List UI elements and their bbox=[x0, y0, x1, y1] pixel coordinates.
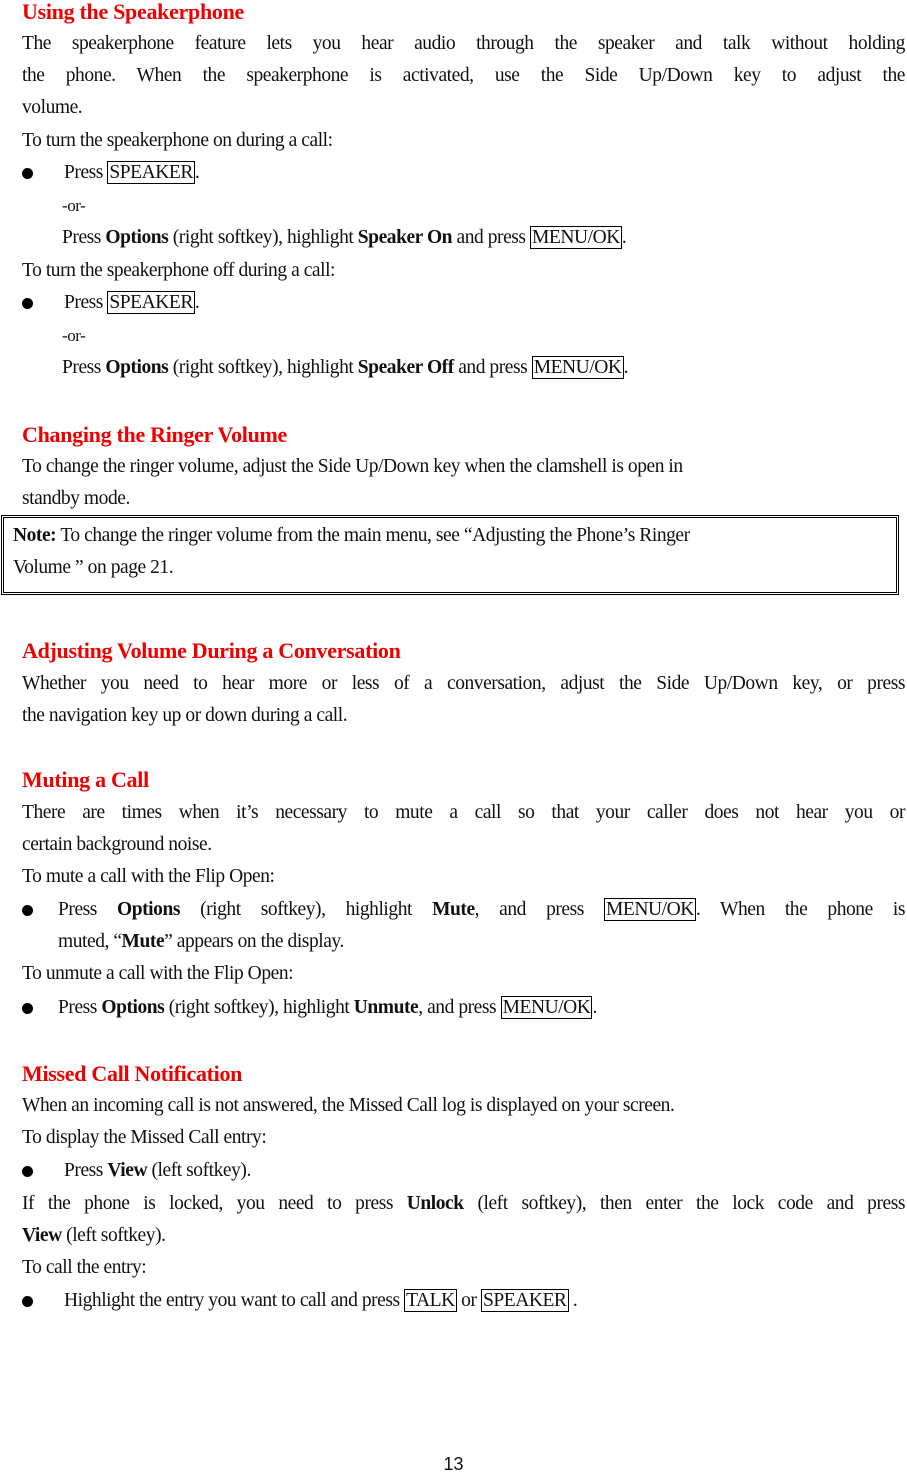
step-text: . When the phone is bbox=[695, 899, 906, 920]
options-softkey: Options bbox=[105, 227, 169, 248]
step-text: and press bbox=[456, 227, 527, 248]
instruction-label: To call the entry: bbox=[22, 1257, 147, 1278]
or-separator: -or- bbox=[62, 196, 86, 215]
step-text: (right softkey), highlight bbox=[172, 227, 354, 248]
bullet-icon bbox=[22, 1003, 33, 1014]
step-text: Highlight the entry you want to call and… bbox=[64, 1290, 400, 1311]
menu-item-unmute: Unmute bbox=[353, 997, 419, 1018]
menu-ok-key: MENU/OK bbox=[530, 226, 622, 249]
instruction-label: To turn the speakerphone off during a ca… bbox=[22, 260, 336, 281]
step-item: Press Options (right softkey), highlight… bbox=[58, 894, 905, 926]
heading-adjust-volume: Adjusting Volume During a Conversation bbox=[22, 638, 401, 663]
paragraph-line: If the phone is locked, you need to pres… bbox=[22, 1188, 905, 1220]
note-box: Note: To change the ringer volume from t… bbox=[1, 515, 899, 595]
options-softkey: Options bbox=[101, 997, 165, 1018]
step-text: Press bbox=[64, 292, 103, 313]
paragraph-line: the navigation key up or down during a c… bbox=[22, 705, 348, 726]
step-item: Press SPEAKER. bbox=[64, 287, 907, 319]
step-continuation: muted, “Mute” appears on the display. bbox=[58, 926, 907, 958]
step-text: (left softkey). bbox=[66, 1225, 166, 1246]
step-text: Press bbox=[64, 1160, 103, 1181]
page-number: 13 bbox=[443, 1454, 464, 1474]
paragraph-line: To change the ringer volume, adjust the … bbox=[22, 456, 683, 477]
step-text: , and press bbox=[474, 899, 585, 920]
options-softkey: Options bbox=[117, 899, 180, 920]
speaker-key: SPEAKER bbox=[107, 291, 195, 314]
paragraph-line: volume. bbox=[22, 97, 83, 118]
step-item: Press SPEAKER. bbox=[64, 157, 907, 189]
step-text: , and press bbox=[418, 997, 497, 1018]
step-text: Press bbox=[58, 997, 97, 1018]
step-item: Press Options (right softkey), highlight… bbox=[58, 992, 907, 1024]
heading-ringer-volume: Changing the Ringer Volume bbox=[22, 422, 288, 447]
view-softkey: View bbox=[107, 1160, 148, 1181]
bullet-icon bbox=[22, 168, 33, 179]
step-text: Press bbox=[64, 162, 103, 183]
instruction-label: To unmute a call with the Flip Open: bbox=[22, 963, 294, 984]
speaker-key: SPEAKER bbox=[480, 1289, 569, 1312]
bullet-icon bbox=[22, 1296, 33, 1307]
step-text: . bbox=[194, 162, 200, 183]
menu-ok-key: MENU/OK bbox=[500, 996, 593, 1019]
step-text: . bbox=[592, 997, 597, 1018]
instruction-label: To display the Missed Call entry: bbox=[22, 1127, 267, 1148]
menu-ok-key: MENU/OK bbox=[531, 356, 624, 379]
paragraph-line: certain background noise. bbox=[22, 834, 212, 855]
instruction-label: To turn the speakerphone on during a cal… bbox=[22, 130, 333, 151]
step-text: (left softkey). bbox=[151, 1160, 252, 1181]
paragraph-line: There are times when it’s necessary to m… bbox=[22, 802, 905, 823]
heading-missed-call: Missed Call Notification bbox=[22, 1061, 243, 1086]
step-text: (left softkey), then enter the lock code… bbox=[477, 1193, 905, 1214]
note-label: Note: bbox=[13, 525, 57, 546]
step-text: muted, “ bbox=[58, 931, 122, 952]
step-item: Press Options (right softkey), highlight… bbox=[62, 352, 907, 384]
unlock-softkey: Unlock bbox=[406, 1193, 464, 1214]
instruction-label: To mute a call with the Flip Open: bbox=[22, 866, 275, 887]
step-text: Press bbox=[58, 899, 97, 920]
step-text: ” appears on the display. bbox=[164, 931, 344, 952]
heading-speakerphone: Using the Speakerphone bbox=[22, 0, 244, 24]
step-text: (right softkey), highlight bbox=[172, 357, 354, 378]
paragraph-line: Whether you need to hear more or less of… bbox=[22, 673, 905, 694]
menu-item-speaker-off: Speaker Off bbox=[357, 357, 454, 378]
step-text: . bbox=[194, 292, 200, 313]
paragraph-line: the phone. When the speakerphone is acti… bbox=[22, 65, 905, 86]
step-item: Press View (left softkey). bbox=[64, 1155, 907, 1187]
step-text: or bbox=[461, 1290, 477, 1311]
paragraph-line: The speakerphone feature lets you hear a… bbox=[22, 33, 905, 54]
speaker-key: SPEAKER bbox=[107, 161, 195, 184]
step-text: Press bbox=[62, 227, 101, 248]
paragraph-line: When an incoming call is not answered, t… bbox=[22, 1095, 675, 1116]
view-softkey: View bbox=[22, 1225, 62, 1246]
step-item: Press Options (right softkey), highlight… bbox=[62, 222, 907, 254]
note-line: Note: To change the ringer volume from t… bbox=[13, 520, 896, 552]
mute-display-text: Mute bbox=[121, 931, 165, 952]
options-softkey: Options bbox=[105, 357, 169, 378]
heading-muting: Muting a Call bbox=[22, 767, 149, 792]
menu-item-mute: Mute bbox=[432, 899, 475, 920]
step-text: (right softkey), highlight bbox=[200, 899, 412, 920]
note-text: To change the ringer volume from the mai… bbox=[60, 525, 690, 546]
bullet-icon bbox=[22, 905, 33, 916]
step-text: . bbox=[621, 227, 627, 248]
paragraph-line: View (left softkey). bbox=[22, 1220, 907, 1252]
or-separator: -or- bbox=[62, 326, 86, 345]
step-text: and press bbox=[458, 357, 528, 378]
paragraph-line: standby mode. bbox=[22, 488, 130, 509]
step-text: Press bbox=[62, 357, 101, 378]
menu-item-speaker-on: Speaker On bbox=[357, 227, 453, 248]
step-text: . bbox=[568, 1290, 578, 1311]
step-text: If the phone is locked, you need to pres… bbox=[22, 1193, 393, 1214]
menu-ok-key: MENU/OK bbox=[603, 898, 696, 921]
step-text: (right softkey), highlight bbox=[168, 997, 350, 1018]
step-item: Highlight the entry you want to call and… bbox=[64, 1285, 907, 1317]
step-text: . bbox=[623, 357, 629, 378]
talk-key: TALK bbox=[404, 1289, 457, 1312]
bullet-icon bbox=[22, 298, 33, 309]
note-line: Volume ” on page 21. bbox=[13, 557, 174, 578]
bullet-icon bbox=[22, 1166, 33, 1177]
